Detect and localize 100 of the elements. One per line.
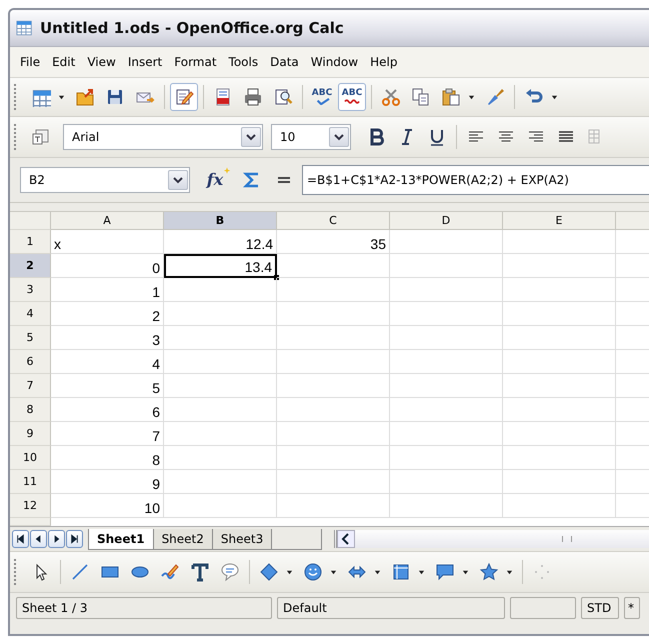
row-header[interactable]: 2 (10, 254, 51, 278)
row-header[interactable]: 10 (10, 446, 51, 470)
table-cell[interactable] (503, 230, 616, 254)
table-cell[interactable]: 2 (51, 302, 164, 326)
table-cell[interactable] (390, 494, 503, 518)
table-cell[interactable] (164, 470, 277, 494)
row-header[interactable]: 11 (10, 470, 51, 494)
table-cell[interactable] (390, 254, 503, 278)
table-cell[interactable] (390, 326, 503, 350)
dropdown-icon[interactable] (329, 127, 349, 147)
table-cell[interactable] (503, 374, 616, 398)
table-cell[interactable] (503, 422, 616, 446)
table-cell[interactable] (390, 350, 503, 374)
table-cell[interactable] (390, 230, 503, 254)
sheet-tab[interactable]: Sheet2 (152, 529, 213, 550)
row-header[interactable]: 8 (10, 398, 51, 422)
menu-item[interactable]: Format (168, 55, 223, 69)
table-cell[interactable] (277, 494, 390, 518)
last-sheet-icon[interactable] (66, 530, 83, 548)
table-cell[interactable] (503, 398, 616, 422)
menu-item[interactable]: Insert (122, 55, 168, 69)
column-header[interactable]: A (51, 212, 164, 230)
dropdown-icon[interactable] (241, 127, 261, 147)
table-cell[interactable]: 7 (51, 422, 164, 446)
font-size-combo[interactable]: 10 (271, 124, 351, 150)
table-cell[interactable]: 8 (51, 446, 164, 470)
table-cell[interactable] (277, 302, 390, 326)
table-cell[interactable] (277, 446, 390, 470)
pencil-document-icon[interactable] (170, 83, 198, 111)
row-header[interactable]: 5 (10, 326, 51, 350)
column-header[interactable] (616, 212, 649, 230)
table-cell[interactable] (277, 422, 390, 446)
table-cell[interactable] (390, 374, 503, 398)
spellcheck-button[interactable]: ABC (308, 83, 336, 111)
table-cell[interactable] (277, 326, 390, 350)
table-cell[interactable]: 10 (51, 494, 164, 518)
name-box[interactable]: B2 (20, 167, 190, 193)
table-cell[interactable] (277, 470, 390, 494)
table-cell[interactable] (277, 350, 390, 374)
table-cell[interactable] (164, 302, 277, 326)
table-cell[interactable]: 12.4 (164, 230, 277, 254)
sheet-tab[interactable]: Sheet3 (212, 529, 272, 550)
next-sheet-icon[interactable] (48, 530, 65, 548)
active-cell[interactable]: 13.4 (164, 254, 277, 278)
table-cell[interactable]: x (51, 230, 164, 254)
menu-item[interactable]: Edit (46, 55, 82, 69)
row-header[interactable]: 4 (10, 302, 51, 326)
table-cell[interactable] (164, 446, 277, 470)
sheet-tab[interactable]: Sheet1 (88, 529, 154, 550)
table-cell[interactable] (277, 278, 390, 302)
table-cell[interactable] (503, 254, 616, 278)
row-header[interactable]: 3 (10, 278, 51, 302)
column-header[interactable]: C (277, 212, 390, 230)
table-cell[interactable]: 3 (51, 326, 164, 350)
table-cell[interactable] (164, 494, 277, 518)
table-cell[interactable]: 6 (51, 398, 164, 422)
font-name-combo[interactable]: Arial (63, 124, 263, 150)
table-cell[interactable] (164, 350, 277, 374)
row-header[interactable]: 7 (10, 374, 51, 398)
table-cell[interactable] (277, 254, 390, 278)
table-cell[interactable] (503, 302, 616, 326)
prev-sheet-icon[interactable] (30, 530, 47, 548)
table-cell[interactable]: 9 (51, 470, 164, 494)
table-cell[interactable] (164, 326, 277, 350)
table-cell[interactable] (503, 446, 616, 470)
dropdown-icon[interactable] (168, 170, 188, 190)
row-header[interactable]: 6 (10, 350, 51, 374)
table-cell[interactable]: 0 (51, 254, 164, 278)
column-header[interactable]: D (390, 212, 503, 230)
table-cell[interactable] (503, 278, 616, 302)
select-all-corner[interactable] (10, 212, 51, 230)
table-cell[interactable] (390, 446, 503, 470)
column-header[interactable]: E (503, 212, 616, 230)
row-header[interactable]: 1 (10, 230, 51, 254)
auto-spellcheck-button[interactable]: ABC (338, 83, 366, 111)
table-cell[interactable] (390, 398, 503, 422)
table-cell[interactable] (503, 494, 616, 518)
table-cell[interactable] (164, 374, 277, 398)
horizontal-scrollbar[interactable] (334, 530, 649, 548)
menu-item[interactable]: Data (264, 55, 305, 69)
table-cell[interactable]: 4 (51, 350, 164, 374)
table-cell[interactable] (164, 422, 277, 446)
table-cell[interactable]: 35 (277, 230, 390, 254)
table-cell[interactable] (503, 350, 616, 374)
column-header[interactable]: B (164, 212, 277, 230)
formula-input[interactable]: =B$1+C$1*A2-13*POWER(A2;2) + EXP(A2) (302, 165, 649, 195)
table-cell[interactable] (390, 422, 503, 446)
menu-item[interactable]: Help (364, 55, 404, 69)
table-cell[interactable] (390, 278, 503, 302)
menu-item[interactable]: Tools (222, 55, 264, 69)
row-header[interactable]: 9 (10, 422, 51, 446)
function-wizard-button[interactable]: fx (204, 166, 234, 194)
menu-item[interactable]: File (14, 55, 46, 69)
row-header[interactable]: 12 (10, 494, 51, 518)
table-cell[interactable] (503, 326, 616, 350)
table-cell[interactable]: 5 (51, 374, 164, 398)
table-cell[interactable] (503, 470, 616, 494)
menu-item[interactable]: Window (304, 55, 364, 69)
table-cell[interactable] (277, 398, 390, 422)
menu-item[interactable]: View (81, 55, 122, 69)
